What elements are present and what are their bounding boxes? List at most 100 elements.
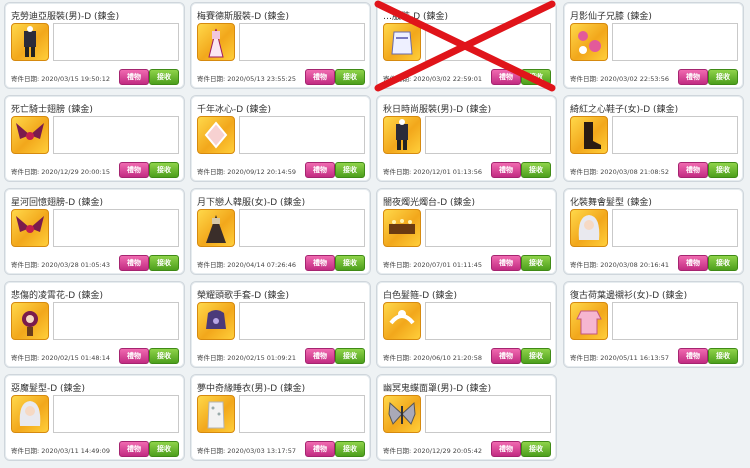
gift-button[interactable]: 禮物 — [491, 441, 521, 457]
mail-item-title: 幽冥鬼蝶面罩(男)-D (鍊金) — [383, 384, 492, 394]
message-box — [612, 302, 738, 340]
send-date: 寄件日期: 2020/07/01 01:11:45 — [383, 261, 482, 269]
butterfly-icon[interactable] — [383, 395, 421, 433]
gift-button[interactable]: 禮物 — [491, 255, 521, 271]
gift-button[interactable]: 禮物 — [678, 348, 708, 364]
gift-button[interactable]: 禮物 — [305, 255, 335, 271]
outfit-icon[interactable] — [11, 23, 49, 61]
message-box — [612, 23, 738, 61]
gift-button[interactable]: 禮物 — [119, 162, 149, 178]
glove-icon[interactable] — [197, 302, 235, 340]
receive-button[interactable]: 接收 — [149, 255, 179, 271]
receive-button[interactable]: 接收 — [708, 162, 738, 178]
gift-button[interactable]: 禮物 — [119, 69, 149, 85]
coat-icon[interactable] — [383, 23, 421, 61]
mail-item-title: 惡魔髮型-D (鍊金) — [11, 384, 86, 394]
send-date: 寄件日期: 2020/12/01 01:13:56 — [383, 168, 482, 176]
message-box — [425, 302, 551, 340]
mail-card: 克勞迪亞服裝(男)-D (鍊金) 寄件日期: 2020/03/15 19:50:1… — [4, 2, 185, 89]
receive-button[interactable]: 接收 — [521, 69, 551, 85]
mail-item-title: 夢中奇緣睡衣(男)-D (鍊金) — [197, 384, 306, 394]
receive-button[interactable]: 接收 — [149, 441, 179, 457]
wings-icon[interactable] — [11, 116, 49, 154]
dress-icon[interactable] — [197, 23, 235, 61]
candle-icon[interactable] — [383, 209, 421, 247]
receive-button[interactable]: 接收 — [335, 255, 365, 271]
mail-card: 惡魔髮型-D (鍊金) 寄件日期: 2020/03/11 14:49:09 禮物 接收 — [4, 374, 185, 461]
gift-button[interactable]: 禮物 — [678, 255, 708, 271]
mail-item-title: …服裝-D (鍊金) — [383, 12, 449, 22]
mail-card: 白色髮箍-D (鍊金) 寄件日期: 2020/06/10 21:20:58 禮物 接收 — [376, 281, 557, 368]
ribbon-icon[interactable] — [570, 23, 608, 61]
ice-icon[interactable] — [197, 116, 235, 154]
receive-button[interactable]: 接收 — [521, 162, 551, 178]
receive-button[interactable]: 接收 — [521, 348, 551, 364]
headband-icon[interactable] — [383, 302, 421, 340]
message-box — [53, 116, 179, 154]
mail-item-title: 復古荷葉邊襯衫(女)-D (鍊金) — [570, 291, 688, 301]
message-box — [425, 116, 551, 154]
gift-button[interactable]: 禮物 — [491, 162, 521, 178]
receive-button[interactable]: 接收 — [708, 69, 738, 85]
receive-button[interactable]: 接收 — [335, 348, 365, 364]
receive-button[interactable]: 接收 — [149, 348, 179, 364]
pajama-icon[interactable] — [197, 395, 235, 433]
gift-button[interactable]: 禮物 — [119, 348, 149, 364]
gift-button[interactable]: 禮物 — [305, 69, 335, 85]
gift-button[interactable]: 禮物 — [305, 348, 335, 364]
mail-item-title: 闇夜燭光燭台-D (鍊金) — [383, 198, 476, 208]
wings-icon[interactable] — [11, 209, 49, 247]
mail-card: 月下戀人韓服(女)-D (鍊金) 寄件日期: 2020/04/14 07:26:4… — [190, 188, 371, 275]
gift-button[interactable]: 禮物 — [678, 69, 708, 85]
send-date: 寄件日期: 2020/02/15 01:09:21 — [197, 354, 296, 362]
mail-card: 幽冥鬼蝶面罩(男)-D (鍊金) 寄件日期: 2020/12/29 20:05:4… — [376, 374, 557, 461]
gift-button[interactable]: 禮物 — [678, 162, 708, 178]
send-date: 寄件日期: 2020/03/28 01:05:43 — [11, 261, 110, 269]
mail-item-title: 千年冰心-D (鍊金) — [197, 105, 272, 115]
send-date: 寄件日期: 2020/12/29 20:00:15 — [11, 168, 110, 176]
mail-item-title: 榮耀頭歌手套-D (鍊金) — [197, 291, 290, 301]
send-date: 寄件日期: 2020/02/15 01:48:14 — [11, 354, 110, 362]
receive-button[interactable]: 接收 — [708, 348, 738, 364]
hanbok-icon[interactable] — [197, 209, 235, 247]
gift-button[interactable]: 禮物 — [491, 348, 521, 364]
receive-button[interactable]: 接收 — [149, 162, 179, 178]
message-box — [425, 23, 551, 61]
outfit-icon[interactable] — [383, 116, 421, 154]
receive-button[interactable]: 接收 — [335, 69, 365, 85]
mail-item-title: 克勞迪亞服裝(男)-D (鍊金) — [11, 12, 120, 22]
mail-card: 星河回憶翅膀-D (鍊金) 寄件日期: 2020/03/28 01:05:43 禮物… — [4, 188, 185, 275]
mail-item-title: 星河回憶翅膀-D (鍊金) — [11, 198, 104, 208]
receive-button[interactable]: 接收 — [335, 441, 365, 457]
boot-icon[interactable] — [570, 116, 608, 154]
gift-button[interactable]: 禮物 — [119, 255, 149, 271]
receive-button[interactable]: 接收 — [335, 162, 365, 178]
message-box — [612, 116, 738, 154]
receive-button[interactable]: 接收 — [149, 69, 179, 85]
message-box — [53, 302, 179, 340]
send-date: 寄件日期: 2020/03/08 20:16:41 — [570, 261, 669, 269]
receive-button[interactable]: 接收 — [521, 441, 551, 457]
gift-button[interactable]: 禮物 — [305, 162, 335, 178]
receive-button[interactable]: 接收 — [521, 255, 551, 271]
mail-card: 榮耀頭歌手套-D (鍊金) 寄件日期: 2020/02/15 01:09:21 禮物… — [190, 281, 371, 368]
gift-button[interactable]: 禮物 — [119, 441, 149, 457]
send-date: 寄件日期: 2020/03/02 22:53:56 — [570, 75, 669, 83]
message-box — [239, 209, 365, 247]
send-date: 寄件日期: 2020/03/11 14:49:09 — [11, 447, 110, 455]
message-box — [425, 395, 551, 433]
receive-button[interactable]: 接收 — [708, 255, 738, 271]
mail-card: 月影仙子兄膝 (鍊金) 寄件日期: 2020/03/02 22:53:56 禮物 接收 — [563, 2, 744, 89]
mail-card: 死亡騎士翅膀 (鍊金) 寄件日期: 2020/12/29 20:00:15 禮物 接收 — [4, 95, 185, 182]
message-box — [239, 395, 365, 433]
message-box — [239, 302, 365, 340]
flower-icon[interactable] — [11, 302, 49, 340]
gift-button[interactable]: 禮物 — [305, 441, 335, 457]
shirt-icon[interactable] — [570, 302, 608, 340]
hair-icon[interactable] — [570, 209, 608, 247]
send-date: 寄件日期: 2020/09/12 20:14:59 — [197, 168, 296, 176]
hair-icon[interactable] — [11, 395, 49, 433]
send-date: 寄件日期: 2020/03/03 13:17:57 — [197, 447, 296, 455]
gift-button[interactable]: 禮物 — [491, 69, 521, 85]
mail-card: 千年冰心-D (鍊金) 寄件日期: 2020/09/12 20:14:59 禮物 接收 — [190, 95, 371, 182]
